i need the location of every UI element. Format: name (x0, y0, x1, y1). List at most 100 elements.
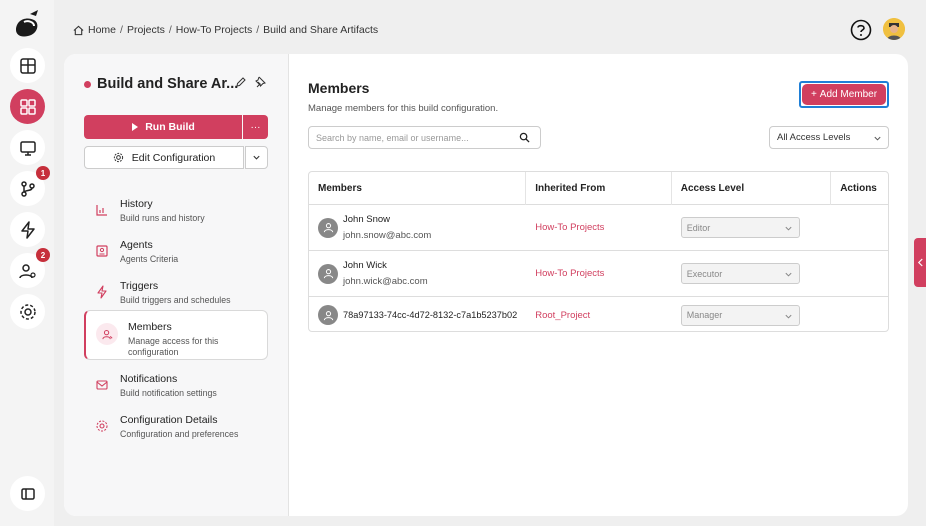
access-level-filter[interactable]: All Access Levels (769, 126, 889, 149)
pencil-icon[interactable] (235, 76, 247, 88)
nav-title: Configuration Details (120, 414, 218, 426)
rail-actions-button[interactable] (10, 212, 45, 247)
left-rail: 1 2 (0, 0, 54, 526)
avatar (318, 305, 338, 325)
access-cell: Executor (672, 251, 831, 296)
page-subtitle: Manage members for this build configurat… (308, 103, 499, 114)
layout-grid-icon (19, 57, 36, 74)
search-icon[interactable] (519, 132, 530, 143)
inherited-link[interactable]: How-To Projects (535, 222, 604, 233)
access-level-select[interactable]: Executor (680, 263, 800, 284)
user-icon (323, 223, 333, 233)
nav-title: Notifications (120, 373, 178, 385)
rail-monitor-button[interactable] (10, 130, 45, 165)
user-avatar[interactable] (883, 18, 905, 40)
chevron-down-icon (874, 136, 881, 141)
rail-badge: 2 (36, 248, 50, 262)
nav-subtitle: Agents Criteria (120, 254, 179, 264)
column-header: Inherited From (526, 172, 672, 205)
pin-icon[interactable] (254, 76, 266, 88)
actions-cell (831, 251, 888, 296)
breadcrumb-separator: / (120, 24, 123, 36)
gear-icon (19, 303, 36, 320)
search-placeholder: Search by name, email or username... (316, 132, 469, 143)
gear-icon (113, 152, 123, 163)
chart-icon (96, 205, 107, 216)
status-dot (84, 80, 91, 88)
member-name: John Wick (343, 260, 387, 271)
run-more-button[interactable]: ··· (243, 115, 268, 139)
column-header: Actions (840, 183, 877, 194)
chevron-down-icon (253, 155, 260, 160)
help-icon[interactable] (850, 19, 872, 41)
page-title: Members (308, 80, 370, 96)
breadcrumb-home[interactable]: Home (88, 24, 116, 36)
config-title: Build and Share Ar... (97, 76, 239, 92)
edit-configuration-button[interactable]: Edit Configuration (84, 146, 244, 169)
user-icon (323, 310, 333, 320)
chevron-left-icon (917, 258, 923, 267)
member-email: john.wick@abc.com (343, 276, 428, 287)
rail-settings-button[interactable] (10, 294, 45, 329)
run-build-button[interactable]: Run Build (84, 115, 242, 139)
main-card: Build and Share Ar... Run Build ··· Edit… (64, 54, 908, 516)
access-level-value: Editor (686, 222, 711, 233)
rail-projects-button[interactable] (10, 89, 45, 124)
monitor-icon (19, 140, 36, 156)
breadcrumb-projects[interactable]: Projects (127, 24, 165, 36)
add-member-button[interactable]: + Add Member (799, 81, 889, 108)
member-cell: John Snow john.snow@abc.com (309, 205, 526, 250)
config-sidebar: Build and Share Ar... Run Build ··· Edit… (64, 54, 289, 516)
table-row: John Wick john.wick@abc.com How-To Proje… (309, 251, 888, 297)
member-name: 78a97133-74cc-4d72-8132-c7a1b5237b02 (343, 310, 518, 320)
search-input[interactable]: Search by name, email or username... (308, 126, 541, 149)
agent-icon (96, 245, 108, 257)
actions-cell (831, 297, 888, 331)
access-level-value: Manager (686, 310, 723, 320)
home-icon[interactable] (73, 25, 84, 36)
column-header: Access Level (672, 172, 832, 205)
breadcrumb-how-to-projects[interactable]: How-To Projects (176, 24, 252, 36)
nav-subtitle: Build notification settings (120, 388, 217, 398)
breadcrumb: Home / Projects / How-To Projects / Buil… (73, 24, 378, 36)
nav-subtitle: Build runs and history (120, 213, 205, 223)
config-title-row: Build and Share Ar... (84, 76, 238, 92)
gear-icon (96, 420, 108, 432)
side-panel-toggle[interactable] (914, 238, 926, 287)
column-header: Members (309, 172, 527, 205)
rail-vcs-button[interactable]: 1 (10, 166, 50, 206)
edit-configuration-label: Edit Configuration (131, 151, 216, 164)
play-icon (132, 123, 139, 131)
inherited-cell: How-To Projects (526, 205, 672, 250)
access-level-select[interactable]: Manager (680, 304, 800, 326)
member-cell: 78a97133-74cc-4d72-8132-c7a1b5237b02 (309, 297, 526, 331)
nav-item-members[interactable]: Members Manage access for this configurat… (84, 310, 268, 360)
git-branch-icon (20, 180, 35, 197)
plus-icon: + (810, 89, 817, 100)
member-name: John Snow (343, 214, 391, 225)
avatar (318, 263, 338, 284)
rail-badge: 1 (36, 166, 50, 180)
inherited-link[interactable]: Root_Project (535, 310, 590, 321)
nav-subtitle: Manage access for this configuration (128, 336, 219, 357)
add-member-button-inner: + Add Member (802, 84, 886, 105)
table-row: 78a97133-74cc-4d72-8132-c7a1b5237b02 Roo… (309, 297, 888, 331)
edit-configuration-dropdown[interactable] (245, 146, 268, 169)
nav-title: Triggers (120, 280, 159, 292)
more-icon: ··· (250, 121, 261, 133)
sidebar-toggle-button[interactable] (10, 476, 45, 511)
app-logo-icon[interactable] (10, 8, 44, 42)
lightning-icon (20, 220, 35, 239)
chevron-down-icon (785, 314, 792, 319)
nav-title: Agents (120, 239, 153, 251)
inherited-link[interactable]: How-To Projects (535, 268, 604, 279)
rail-users-button[interactable]: 2 (10, 248, 50, 288)
access-level-select[interactable]: Editor (680, 217, 800, 238)
user-icon (323, 269, 333, 279)
rail-dashboard-button[interactable] (10, 48, 45, 83)
avatar (318, 217, 338, 238)
chevron-down-icon (785, 272, 792, 277)
access-level-value: Executor (686, 268, 723, 279)
nav-item-configuration-details[interactable]: Configuration Details Configuration and p… (84, 404, 268, 452)
nav-title: History (120, 198, 153, 210)
